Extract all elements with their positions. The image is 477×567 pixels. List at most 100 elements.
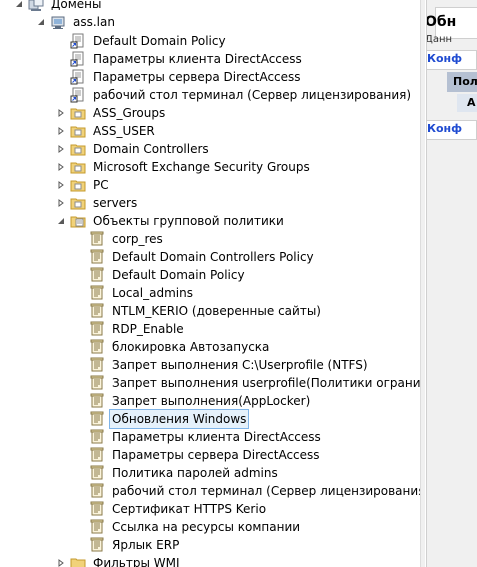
tree-node-ou[interactable]: ASS_USER [56,122,157,140]
wmi-folder-icon [70,555,86,567]
ou-folder-icon [70,141,86,157]
tree-node-ou[interactable]: ASS_Groups [56,104,167,122]
collapsed-arrow-icon[interactable] [56,140,66,158]
tree-node-gpo-selected[interactable]: Обновления Windows [89,409,250,429]
domain-icon [50,14,66,30]
tree-node-ou[interactable]: Microsoft Exchange Security Groups [56,158,312,176]
expanded-arrow-icon[interactable] [56,212,66,230]
tree-node-gpo[interactable]: блокировка Автозапуска [89,338,271,356]
tree-node-ou[interactable]: Domain Controllers [56,140,211,158]
tree-node-wmi-filters[interactable]: Фильтры WMI [56,554,182,567]
details-table-header: Пол [453,75,477,88]
tree-node-label: Фильтры WMI [93,556,180,567]
gpo-folder-icon [70,213,86,229]
tree-node-gpo-container[interactable]: Объекты групповой политики [56,212,286,230]
tree-node-label: Default Domain Policy [112,268,245,282]
gpo-scroll-icon [89,483,105,499]
tree-node-gpo-link[interactable]: рабочий стол терминал (Сервер лицензиров… [70,86,413,104]
gpo-scroll-icon [89,321,105,337]
expanded-arrow-icon[interactable] [36,13,46,31]
gpo-link-icon [70,69,86,85]
tree-node-gpo[interactable]: Local_admins [89,284,195,302]
tree-node-gpo[interactable]: Политика паролей admins [89,464,280,482]
tree-node-label: ASS_Groups [93,106,166,120]
gpo-scroll-icon [89,267,105,283]
tree-node-gpo[interactable]: Default Domain Controllers Policy [89,248,316,266]
gpo-scroll-icon [89,285,105,301]
tree-node-label: Local_admins [112,286,193,300]
ou-folder-icon [70,177,86,193]
gpo-scroll-icon [89,303,105,319]
tree-node-label: Запрет выполнения(AppLocker) [112,394,311,408]
tree-node-label: Объекты групповой политики [93,214,284,228]
tree-node-label: ass.lan [73,15,115,29]
tree-node-domain[interactable]: ass.lan [36,13,117,31]
tree-node-gpo[interactable]: рабочий стол терминал (Сервер лицензиров… [89,482,420,500]
gpo-link-icon [70,33,86,49]
tree-node-label: Параметры клиента DirectAccess [112,430,321,444]
details-section-link-2[interactable]: Конф [427,122,462,135]
tree-node-label: рабочий стол терминал (Сервер лицензиров… [93,88,412,102]
tree-node-label: Обновления Windows [108,409,250,429]
expanded-arrow-icon[interactable] [14,0,24,13]
gpo-link-icon [70,51,86,67]
gpo-scroll-icon [89,465,105,481]
gpo-scroll-icon [89,447,105,463]
ou-folder-icon [70,159,86,175]
tree-node-gpo[interactable]: Запрет выполнения(AppLocker) [89,392,312,410]
collapsed-arrow-icon[interactable] [56,554,66,567]
tree-node-label: Domain Controllers [93,142,209,156]
tree-scrollbar[interactable] [420,0,425,567]
tree-node-label: RDP_Enable [112,322,184,336]
tree-node-label: servers [93,196,138,210]
tree-node-gpo[interactable]: RDP_Enable [89,320,186,338]
tree-node-gpo[interactable]: NTLM_KERIO (доверенные сайты) [89,302,323,320]
tree-node-gpo[interactable]: Параметры сервера DirectAccess [89,446,322,464]
tree-node-gpo[interactable]: Запрет выполнения C:\Userprofile (NTFS) [89,356,370,374]
tree-node-label: Сертификат HTTPS Kerio [112,502,267,516]
tree-node-ou[interactable]: servers [56,194,139,212]
tree-node-label: Default Domain Controllers Policy [112,250,314,264]
collapsed-arrow-icon[interactable] [56,122,66,140]
tree-node-gpo-link[interactable]: Default Domain Policy [70,32,228,50]
ou-folder-icon [70,105,86,121]
tree-node-gpo-link[interactable]: Параметры клиента DirectAccess [70,50,304,68]
collapsed-arrow-icon[interactable] [56,176,66,194]
tree-node-gpo[interactable]: Запрет выполнения userprofile(Политики о… [89,374,420,392]
collapsed-arrow-icon[interactable] [56,104,66,122]
gpo-link-icon [70,87,86,103]
tree-node-label: Ярлык ERP [112,538,180,552]
tree-node-gpo[interactable]: Сертификат HTTPS Kerio [89,500,268,518]
collapsed-arrow-icon[interactable] [56,158,66,176]
tree-node-domains[interactable]: Домены [14,0,103,13]
gpo-scroll-icon [89,393,105,409]
tree-node-label: рабочий стол терминал (Сервер лицензиров… [112,484,420,498]
gpo-scroll-icon [89,537,105,553]
gpo-scroll-icon [89,249,105,265]
tree-node-label: Запрет выполнения userprofile(Политики о… [112,376,420,390]
tree-node-label: NTLM_KERIO (доверенные сайты) [112,304,321,318]
tree-node-label: Microsoft Exchange Security Groups [93,160,310,174]
gpo-scroll-icon [89,501,105,517]
tree-node-label: corp_res [112,232,163,246]
gpo-scroll-icon [89,519,105,535]
collapsed-arrow-icon[interactable] [56,194,66,212]
tree-node-gpo[interactable]: Параметры клиента DirectAccess [89,428,323,446]
tree-node-ou[interactable]: PC [56,176,111,194]
ou-folder-icon [70,123,86,139]
tree-node-gpo[interactable]: Ярлык ERP [89,536,181,554]
gpmc-tree: Домены ass.lan Default Domain Policy Пар… [0,0,420,567]
tree-node-label: блокировка Автозапуска [112,340,270,354]
tree-node-gpo[interactable]: Ссылка на ресурсы компании [89,518,302,536]
tree-node-gpo[interactable]: corp_res [89,230,165,248]
details-section-link-1[interactable]: Конф [427,52,462,65]
details-title: Обн [426,14,457,30]
gpo-scroll-icon [89,411,105,427]
tree-node-label: Ссылка на ресурсы компании [112,520,301,534]
domains-icon [28,0,44,12]
gpo-scroll-icon [89,375,105,391]
gpo-scroll-icon [89,231,105,247]
tree-node-gpo[interactable]: Default Domain Policy [89,266,247,284]
tree-node-label: Параметры сервера DirectAccess [112,448,320,462]
tree-node-gpo-link[interactable]: Параметры сервера DirectAccess [70,68,303,86]
